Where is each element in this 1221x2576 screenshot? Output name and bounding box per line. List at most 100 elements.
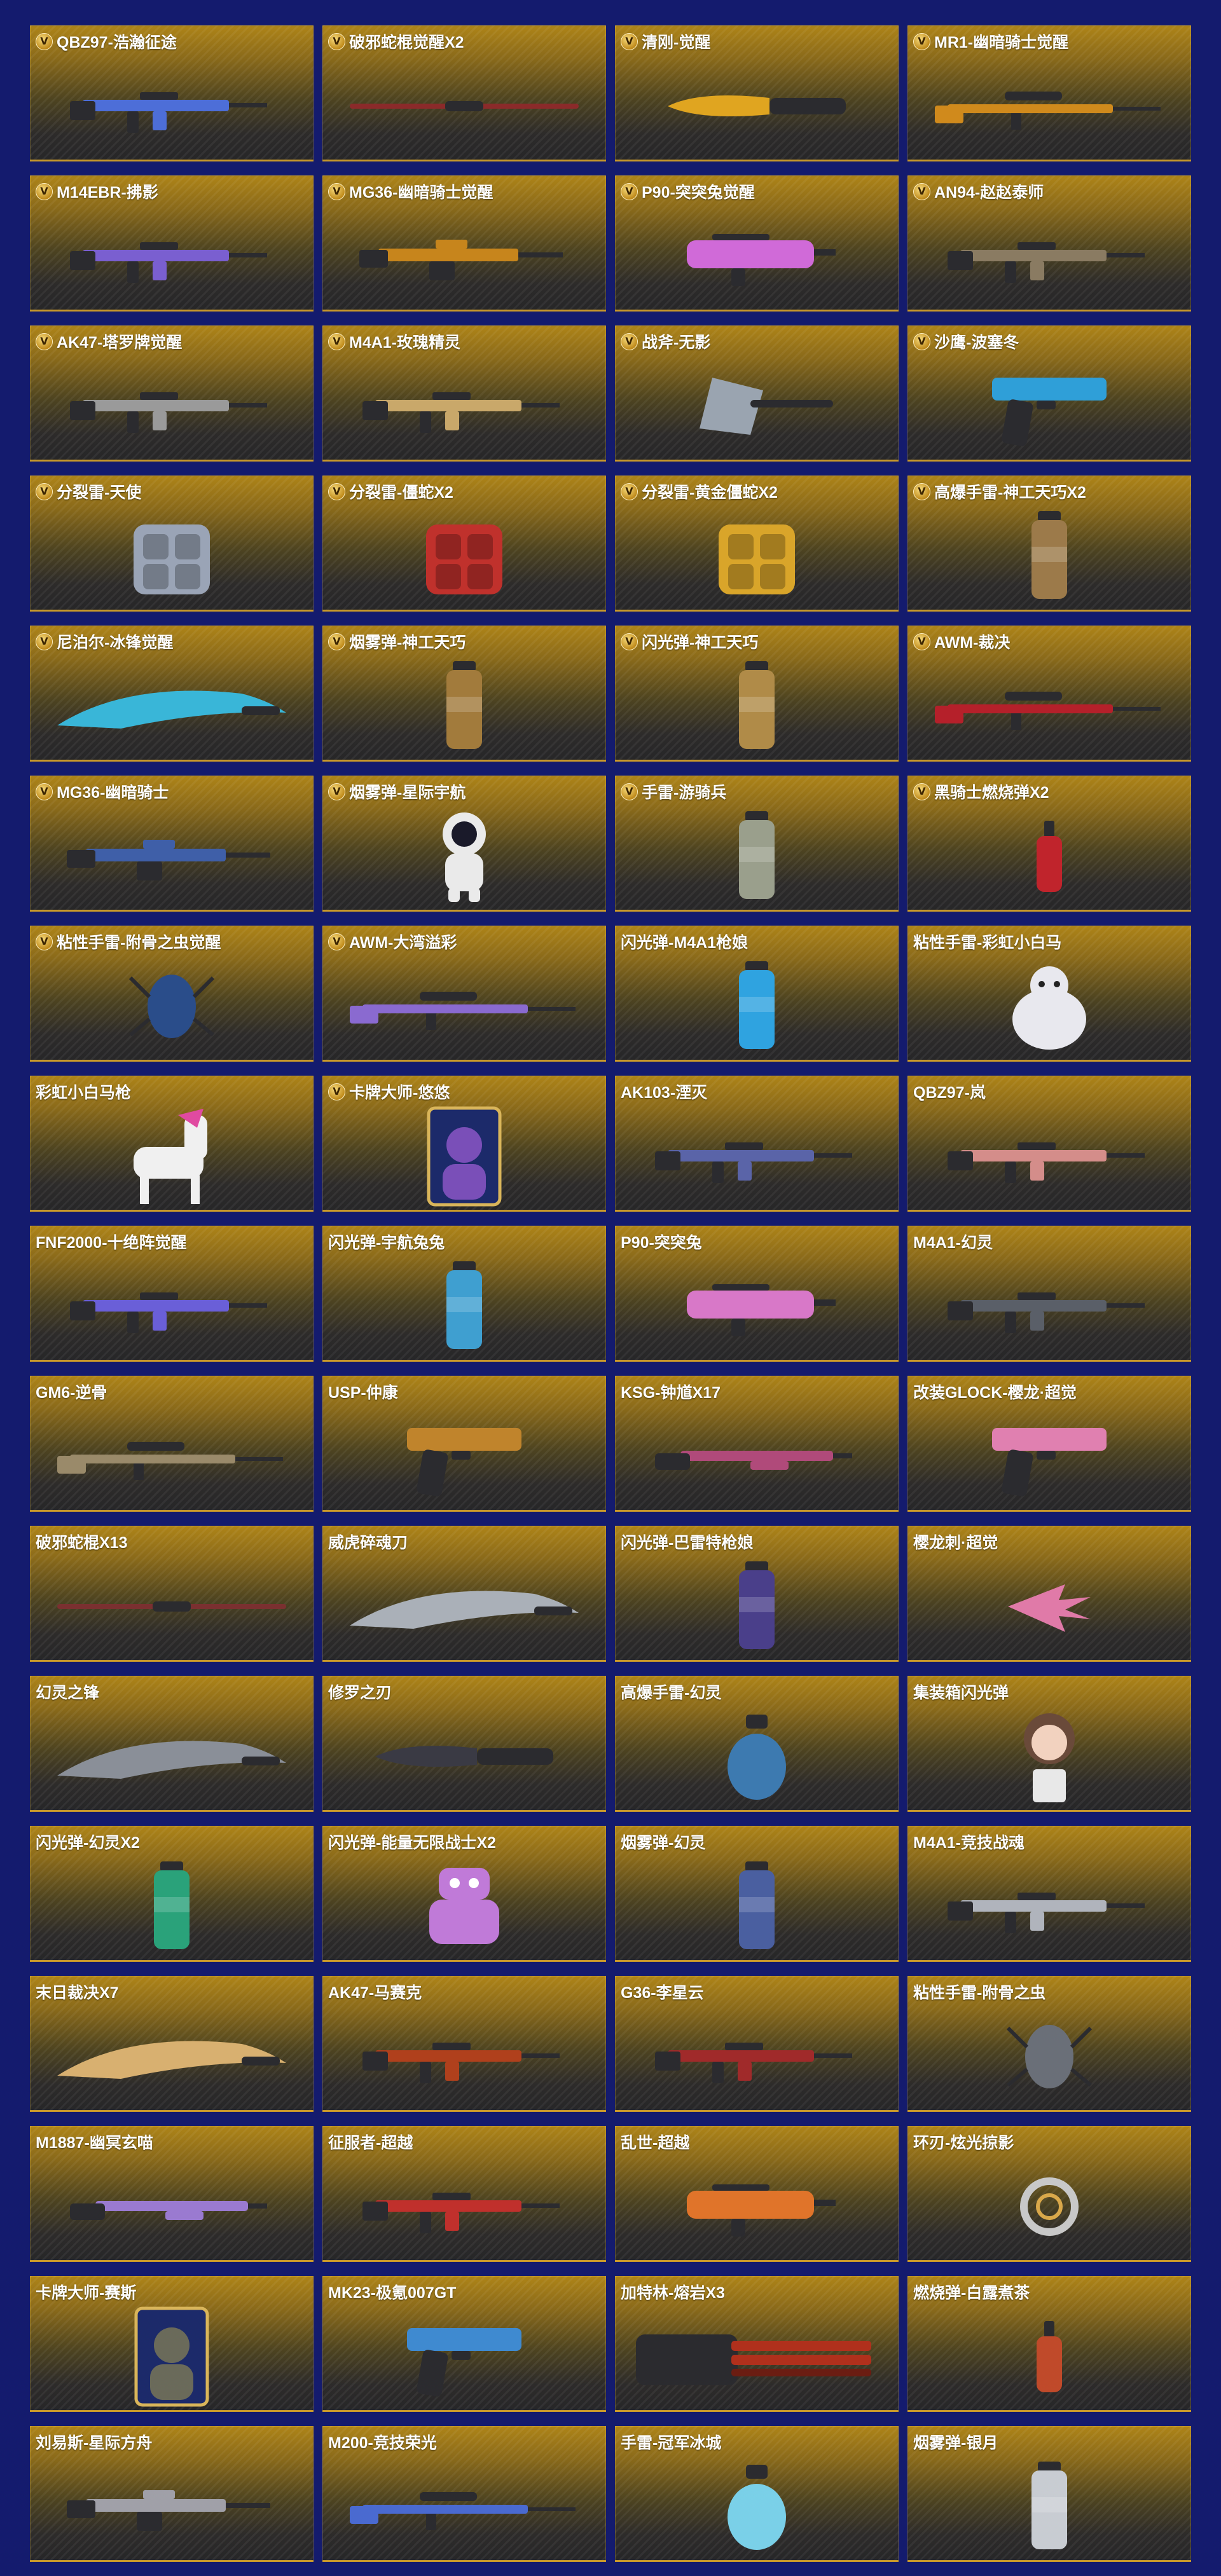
- item-name: GM6-逆骨: [36, 1384, 107, 1402]
- item-card[interactable]: V MG36-幽暗骑士觉醒: [322, 175, 606, 312]
- item-header: 闪光弹-宇航兔兔: [328, 1230, 601, 1253]
- item-card[interactable]: 破邪蛇棍X13: [30, 1526, 314, 1662]
- item-card[interactable]: V 分裂雷-僵蛇X2: [322, 476, 606, 612]
- item-header: V MR1-幽暗骑士觉醒: [913, 30, 1186, 53]
- item-card[interactable]: V 战斧-无影: [615, 325, 899, 462]
- item-header: V 尼泊尔-冰锋觉醒: [36, 630, 308, 653]
- item-card[interactable]: 闪光弹-巴雷特枪娘: [615, 1526, 899, 1662]
- item-card[interactable]: V 破邪蛇棍觉醒X2: [322, 25, 606, 161]
- item-card[interactable]: V 黑骑士燃烧弹X2: [907, 776, 1191, 912]
- item-card[interactable]: 手雷-冠军冰城: [615, 2426, 899, 2562]
- item-name: QBZ97-浩瀚征途: [57, 34, 177, 51]
- item-card[interactable]: V 分裂雷-天使: [30, 476, 314, 612]
- item-name: M14EBR-拂影: [57, 184, 158, 202]
- item-card[interactable]: 改装GLOCK-樱龙·超觉: [907, 1376, 1191, 1512]
- item-card[interactable]: V 卡牌大师-悠悠: [322, 1076, 606, 1212]
- item-card[interactable]: 闪光弹-M4A1枪娘: [615, 926, 899, 1062]
- item-image: [615, 1408, 899, 1505]
- item-card[interactable]: 加特林-熔岩X3: [615, 2276, 899, 2412]
- item-card[interactable]: V 烟雾弹-星际宇航: [322, 776, 606, 912]
- v-badge: V: [621, 783, 638, 800]
- item-card[interactable]: AK47-马赛克: [322, 1976, 606, 2112]
- item-image: [615, 507, 899, 605]
- item-card[interactable]: FNF2000-十绝阵觉醒: [30, 1226, 314, 1362]
- item-name: MG36-幽暗骑士觉醒: [349, 184, 493, 202]
- v-badge: V: [913, 32, 930, 50]
- item-image: [615, 1558, 899, 1655]
- item-card[interactable]: 卡牌大师-赛斯: [30, 2276, 314, 2412]
- item-card[interactable]: 刘易斯-星际方舟: [30, 2426, 314, 2562]
- item-card[interactable]: GM6-逆骨: [30, 1376, 314, 1512]
- doll-icon: [1024, 1713, 1075, 1802]
- rifle-icon: [70, 92, 267, 133]
- item-card[interactable]: 幻灵之锋: [30, 1676, 314, 1812]
- item-card[interactable]: V 粘性手雷-附骨之虫觉醒: [30, 926, 314, 1062]
- item-card[interactable]: 粘性手雷-彩虹小白马: [907, 926, 1191, 1062]
- item-card[interactable]: 燃烧弹-白露煮茶: [907, 2276, 1191, 2412]
- item-card[interactable]: 乱世-超越: [615, 2126, 899, 2262]
- item-card[interactable]: V 分裂雷-黄金僵蛇X2: [615, 476, 899, 612]
- item-card[interactable]: M4A1-幻灵: [907, 1226, 1191, 1362]
- item-card[interactable]: M200-竞技荣光: [322, 2426, 606, 2562]
- item-card[interactable]: V 尼泊尔-冰锋觉醒: [30, 626, 314, 762]
- item-card[interactable]: 高爆手雷-幻灵: [615, 1676, 899, 1812]
- item-card[interactable]: KSG-钟馗X17: [615, 1376, 899, 1512]
- item-card[interactable]: 集装箱闪光弹: [907, 1676, 1191, 1812]
- item-image: [322, 1858, 606, 1956]
- item-card[interactable]: 樱龙刺·超觉: [907, 1526, 1191, 1662]
- item-card[interactable]: M4A1-竞技战魂: [907, 1826, 1191, 1962]
- item-image: [615, 207, 899, 305]
- item-card[interactable]: P90-突突兔: [615, 1226, 899, 1362]
- v-badge: V: [913, 332, 930, 350]
- v-badge: V: [36, 182, 53, 200]
- item-image: [615, 2158, 899, 2256]
- item-header: M4A1-幻灵: [913, 1230, 1186, 1253]
- item-card[interactable]: V AWM-大湾溢彩: [322, 926, 606, 1062]
- item-card[interactable]: V MR1-幽暗骑士觉醒: [907, 25, 1191, 161]
- item-card[interactable]: V 烟雾弹-神工天巧: [322, 626, 606, 762]
- item-name: 分裂雷-僵蛇X2: [349, 484, 453, 502]
- v-badge: V: [36, 32, 53, 50]
- item-card[interactable]: 末日裁决X7: [30, 1976, 314, 2112]
- item-card[interactable]: V 沙鹰-波塞冬: [907, 325, 1191, 462]
- item-header: V 沙鹰-波塞冬: [913, 330, 1186, 353]
- item-card[interactable]: V 清刚-觉醒: [615, 25, 899, 161]
- item-card[interactable]: 彩虹小白马枪: [30, 1076, 314, 1212]
- item-card[interactable]: 闪光弹-幻灵X2: [30, 1826, 314, 1962]
- item-card[interactable]: USP-仲康: [322, 1376, 606, 1512]
- item-name: 樱龙刺·超觉: [913, 1534, 998, 1552]
- item-card[interactable]: 威虎碎魂刀: [322, 1526, 606, 1662]
- item-card[interactable]: 粘性手雷-附骨之虫: [907, 1976, 1191, 2112]
- item-card[interactable]: V 闪光弹-神工天巧: [615, 626, 899, 762]
- item-header: V AK47-塔罗牌觉醒: [36, 330, 308, 353]
- item-card[interactable]: V AWM-裁决: [907, 626, 1191, 762]
- item-header: 卡牌大师-赛斯: [36, 2280, 308, 2303]
- item-card[interactable]: M1887-幽冥玄喵: [30, 2126, 314, 2262]
- sniper-icon: [350, 992, 576, 1030]
- item-card[interactable]: 环刃-炫光掠影: [907, 2126, 1191, 2262]
- item-card[interactable]: V QBZ97-浩瀚征途: [30, 25, 314, 161]
- item-card[interactable]: AK103-湮灭: [615, 1076, 899, 1212]
- item-image: [907, 207, 1191, 305]
- claw-icon: [1008, 1584, 1091, 1632]
- item-card[interactable]: V P90-突突兔觉醒: [615, 175, 899, 312]
- item-card[interactable]: QBZ97-岚: [907, 1076, 1191, 1212]
- item-card[interactable]: 闪光弹-能量无限战士X2: [322, 1826, 606, 1962]
- item-card[interactable]: V M14EBR-拂影: [30, 175, 314, 312]
- item-card[interactable]: V 手雷-游骑兵: [615, 776, 899, 912]
- pistol-icon: [992, 378, 1107, 446]
- item-card[interactable]: 烟雾弹-幻灵: [615, 1826, 899, 1962]
- item-card[interactable]: 闪光弹-宇航兔兔: [322, 1226, 606, 1362]
- robot-icon: [429, 1868, 499, 1944]
- item-card[interactable]: G36-李星云: [615, 1976, 899, 2112]
- item-card[interactable]: 修罗之刃: [322, 1676, 606, 1812]
- item-card[interactable]: MK23-极氪007GT: [322, 2276, 606, 2412]
- item-header: 烟雾弹-银月: [913, 2430, 1186, 2453]
- item-card[interactable]: V MG36-幽暗骑士: [30, 776, 314, 912]
- item-card[interactable]: V M4A1-玫瑰精灵: [322, 325, 606, 462]
- item-card[interactable]: 征服者-超越: [322, 2126, 606, 2262]
- item-card[interactable]: 烟雾弹-银月: [907, 2426, 1191, 2562]
- item-card[interactable]: V AK47-塔罗牌觉醒: [30, 325, 314, 462]
- item-card[interactable]: V 高爆手雷-神工天巧X2: [907, 476, 1191, 612]
- item-card[interactable]: V AN94-赵赵泰师: [907, 175, 1191, 312]
